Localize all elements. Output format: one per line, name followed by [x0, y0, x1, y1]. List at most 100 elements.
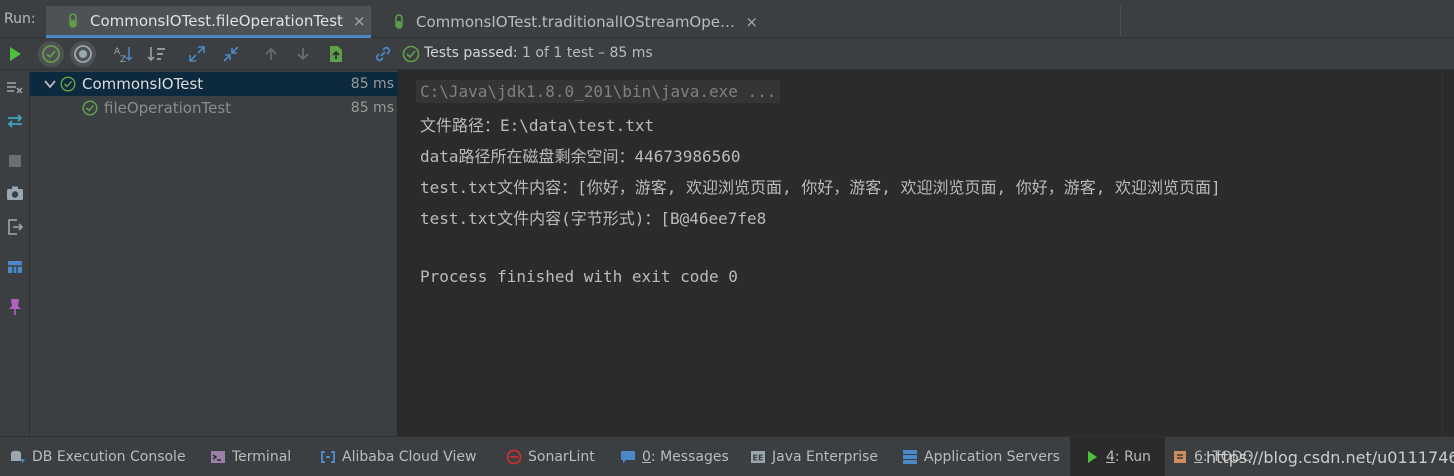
- app-servers-icon: [903, 450, 917, 464]
- export-results-button[interactable]: [323, 41, 349, 67]
- tree-row-label: CommonsIOTest: [82, 75, 204, 93]
- show-passed-icon: [42, 45, 60, 63]
- db-console-icon: [11, 450, 25, 463]
- collapse-all-button[interactable]: [218, 41, 244, 67]
- bb-shortcut-key: 4: [1106, 449, 1115, 465]
- passed-check-icon: [402, 45, 420, 63]
- link-icon: [375, 46, 391, 62]
- show-ignored-icon: [74, 45, 92, 63]
- tree-row-commonsiotest[interactable]: CommonsIOTest 85 ms: [30, 72, 398, 96]
- console-line: Process finished with exit code 0: [420, 267, 738, 286]
- messages-button[interactable]: 0: Messages: [620, 437, 729, 476]
- rerun-button[interactable]: [2, 41, 28, 67]
- test-passed-icon: [82, 100, 98, 116]
- run-tab-bar: Run: CommonsIOTest.fileOperationTest × C…: [0, 0, 1454, 38]
- exit-icon: [8, 219, 24, 235]
- stop-icon: [9, 155, 21, 167]
- layout-button[interactable]: [4, 256, 26, 278]
- clear-all-button[interactable]: [4, 76, 26, 98]
- sort-by-duration-button[interactable]: [144, 41, 170, 67]
- watermark: https://blog.csdn.net/u011174699: [1206, 448, 1454, 467]
- console-output[interactable]: C:\Java\jdk1.8.0_201\bin\java.exe ... 文件…: [399, 70, 1442, 436]
- tab-label: CommonsIOTest.fileOperationTest: [90, 11, 343, 30]
- prev-failed-icon: [265, 47, 277, 60]
- collapse-all-icon: [223, 46, 239, 62]
- application-servers-button[interactable]: Application Servers: [902, 437, 1060, 476]
- bb-label: SonarLint: [528, 449, 595, 465]
- tree-row-fileoperationtest[interactable]: fileOperationTest 85 ms: [30, 96, 398, 120]
- status-count: 1: [522, 45, 531, 61]
- bb-label: Terminal: [232, 449, 292, 465]
- swap-button[interactable]: [4, 110, 26, 132]
- terminal-icon: [211, 451, 225, 463]
- show-ignored-button[interactable]: [70, 41, 96, 67]
- svg-text:EE: EE: [753, 454, 764, 463]
- messages-icon: [621, 451, 635, 463]
- status-suffix: of 1 test – 85 ms: [530, 45, 653, 61]
- java-enterprise-icon: EE: [751, 451, 765, 463]
- run-label: Run:: [4, 11, 36, 27]
- tree-row-duration: 85 ms: [350, 76, 394, 92]
- alibaba-cloud-view-button[interactable]: Alibaba Cloud View: [320, 437, 476, 476]
- close-icon[interactable]: ×: [745, 13, 758, 31]
- bb-label: : Run: [1114, 449, 1151, 465]
- tree-row-duration: 85 ms: [350, 100, 394, 116]
- test-config-icon: [395, 14, 403, 29]
- bb-label: DB Execution Console: [32, 449, 186, 465]
- tab-divider: [1120, 6, 1121, 36]
- previous-failed-button[interactable]: [258, 41, 284, 67]
- bb-shortcut-key: 0: [642, 449, 651, 465]
- layout-icon: [8, 261, 22, 273]
- svg-text:Z: Z: [120, 55, 126, 63]
- terminal-button[interactable]: Terminal: [210, 437, 291, 476]
- pin-icon: [9, 299, 21, 315]
- sonarlint-button[interactable]: SonarLint: [506, 437, 595, 476]
- run-icon: [1088, 451, 1097, 463]
- test-status: Tests passed: 1 of 1 test – 85 ms: [424, 45, 653, 61]
- db-execution-console-button[interactable]: DB Execution Console: [10, 437, 186, 476]
- next-failed-icon: [297, 48, 309, 61]
- java-enterprise-button[interactable]: EE Java Enterprise: [750, 437, 878, 476]
- next-failed-button[interactable]: [290, 41, 316, 67]
- expand-all-icon: [189, 46, 205, 62]
- console-command-line[interactable]: C:\Java\jdk1.8.0_201\bin\java.exe ...: [416, 80, 781, 103]
- bb-label: Alibaba Cloud View: [342, 449, 477, 465]
- tab-traditionaliostreamoperationtest[interactable]: CommonsIOTest.traditionalIOStreamOperati…: [372, 6, 758, 38]
- sonarlint-icon: [506, 449, 522, 465]
- rerun-icon: [10, 47, 21, 61]
- camera-icon: [7, 186, 23, 200]
- expand-all-button[interactable]: [184, 41, 210, 67]
- sort-duration-icon: [147, 47, 165, 62]
- pin-button[interactable]: [4, 296, 26, 318]
- console-line: test.txt文件内容(字节形式)：[B@46ee7fe8: [420, 209, 767, 228]
- exit-button[interactable]: [4, 216, 26, 238]
- test-config-icon: [69, 12, 77, 28]
- test-passed-icon: [60, 76, 76, 92]
- tree-row-label: fileOperationTest: [104, 99, 232, 117]
- console-line: test.txt文件内容：[你好，游客, 欢迎浏览页面, 你好，游客, 欢迎浏览…: [420, 178, 1221, 197]
- cloud-icon: [321, 451, 335, 463]
- run-button[interactable]: 4: Run: [1070, 437, 1165, 476]
- link-button[interactable]: [370, 41, 396, 67]
- console-line: data路径所在磁盘剩余空间：44673986560: [420, 147, 741, 166]
- chevron-down-icon[interactable]: [43, 77, 57, 91]
- sort-alpha-icon: AZ: [114, 47, 133, 63]
- show-passed-button[interactable]: [38, 41, 64, 67]
- bb-label: Application Servers: [924, 449, 1060, 465]
- tab-label: CommonsIOTest.traditionalIOStreamOperati…: [416, 13, 736, 31]
- stop-button[interactable]: [4, 150, 26, 172]
- bb-shortcut-key: 6: [1194, 449, 1203, 465]
- console-side-toolbar: [0, 70, 30, 436]
- console-line: 文件路径：E:\data\test.txt: [420, 116, 655, 135]
- test-runner-toolbar: AZ Tests passed: 1 of 1 test – 85 ms: [0, 38, 1454, 70]
- console-scrollbar[interactable]: [1442, 70, 1454, 436]
- screenshot-button[interactable]: [4, 182, 26, 204]
- clear-all-icon: [7, 82, 23, 94]
- close-icon[interactable]: ×: [353, 12, 366, 30]
- status-prefix: Tests passed:: [424, 45, 523, 61]
- tab-fileoperationtest[interactable]: CommonsIOTest.fileOperationTest ×: [46, 6, 371, 38]
- export-icon: [330, 46, 342, 62]
- bb-label: Java Enterprise: [772, 449, 879, 465]
- test-results-tree: CommonsIOTest 85 ms fileOperationTest 85…: [30, 70, 398, 436]
- sort-alphabetically-button[interactable]: AZ: [110, 41, 136, 67]
